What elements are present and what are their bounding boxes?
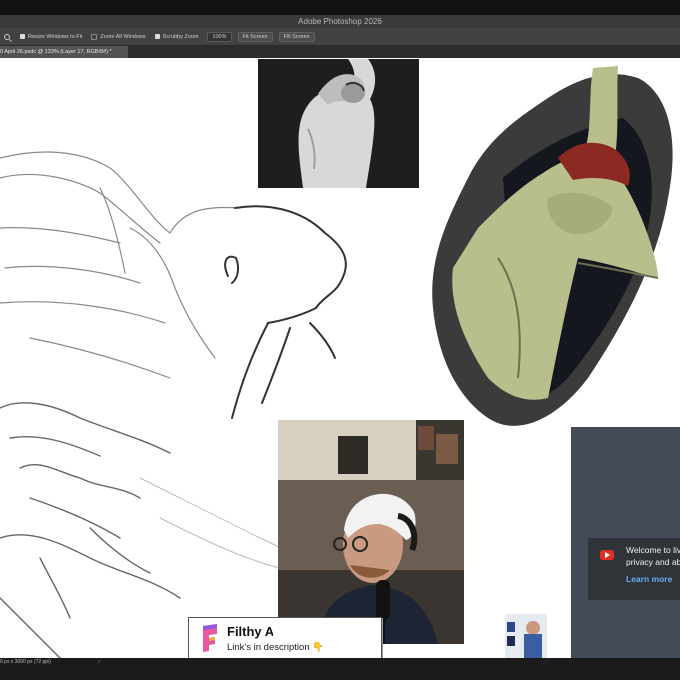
resize-windows-label: Resize Windows to Fit bbox=[28, 33, 83, 40]
scrubby-zoom-label: Scrubby Zoom bbox=[162, 33, 199, 40]
zoom-options-bar: Resize Windows to Fit Zoom All Windows S… bbox=[0, 28, 680, 46]
live-notification[interactable]: Welcome to liv privacy and ab Learn more bbox=[588, 538, 680, 600]
status-menu-chevron-icon[interactable]: › bbox=[98, 659, 100, 665]
learn-more-link[interactable]: Learn more bbox=[626, 574, 672, 584]
window-title: Adobe Photoshop 2026 bbox=[298, 17, 382, 26]
notification-line-1: Welcome to liv bbox=[626, 545, 680, 555]
painted-figure bbox=[432, 66, 673, 426]
banner-subtitle: Link's in description 👇 bbox=[227, 642, 324, 653]
zoom-magnifier-icon[interactable] bbox=[4, 33, 10, 40]
document-canvas[interactable]: Filthy A Link's in description 👇 bbox=[0, 58, 680, 658]
document-size-text: 0 px x 3000 px (72 ppi) bbox=[0, 659, 51, 665]
zoom-level-field[interactable]: 100% bbox=[207, 31, 232, 42]
document-tab-bar: 0 April 26.psdc @ 133% (Layer 17, RGB/8#… bbox=[0, 46, 680, 58]
filthy-logo-icon bbox=[203, 624, 217, 652]
document-size-readout: 0 px x 3000 px (72 ppi) › bbox=[0, 659, 100, 665]
banner-subtitle-text: Link's in description bbox=[227, 642, 310, 653]
status-bar: 0 px x 3000 px (72 ppi) › bbox=[0, 658, 680, 680]
pointing-down-icon: 👇 bbox=[312, 642, 325, 653]
zoom-all-windows-checkbox[interactable] bbox=[91, 33, 98, 40]
zoom-all-windows-option[interactable]: Zoom All Windows bbox=[91, 33, 146, 40]
lower-third-banner: Filthy A Link's in description 👇 bbox=[188, 617, 382, 658]
resize-windows-checkbox[interactable] bbox=[20, 34, 25, 39]
banner-title: Filthy A bbox=[227, 624, 273, 639]
resize-windows-option[interactable]: Resize Windows to Fit bbox=[20, 34, 82, 40]
webcam-overlay bbox=[278, 420, 464, 644]
fit-screen-button[interactable]: Fit Screen bbox=[237, 31, 273, 42]
video-thumbnail[interactable] bbox=[505, 614, 547, 658]
notification-message: Welcome to liv privacy and ab bbox=[626, 544, 680, 568]
app-titlebar: Adobe Photoshop 2026 bbox=[0, 0, 680, 28]
youtube-icon bbox=[600, 550, 614, 560]
scrubby-zoom-option[interactable]: Scrubby Zoom bbox=[154, 33, 199, 40]
scrubby-zoom-checkbox[interactable] bbox=[154, 34, 160, 39]
zoom-all-windows-label: Zoom All Windows bbox=[100, 33, 146, 40]
fill-screen-button[interactable]: Fill Screen bbox=[278, 31, 315, 42]
document-tab[interactable]: 0 April 26.psdc @ 133% (Layer 17, RGB/8#… bbox=[0, 46, 128, 58]
notification-line-2: privacy and ab bbox=[626, 557, 680, 567]
